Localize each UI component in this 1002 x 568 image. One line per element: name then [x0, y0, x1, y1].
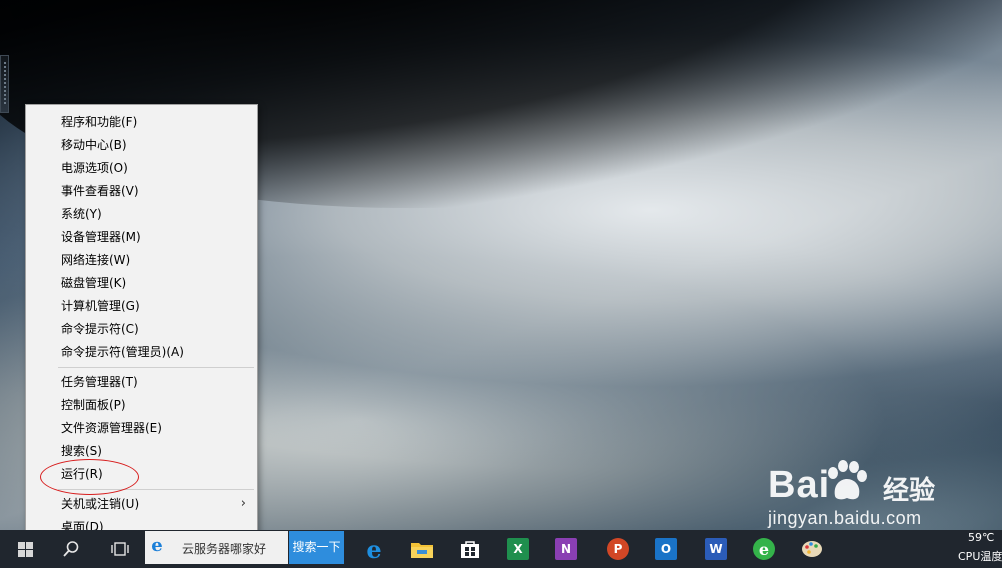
menu-item-label: 计算机管理(G) — [61, 299, 140, 313]
winx-context-menu: 程序和功能(F) 移动中心(B) 电源选项(O) 事件查看器(V) 系统(Y) … — [25, 104, 258, 541]
menu-item-label: 系统(Y) — [61, 207, 102, 221]
search-submit-button[interactable]: 搜索一下 — [289, 531, 344, 564]
shopping-bag-icon — [461, 541, 479, 558]
menu-separator — [58, 367, 254, 368]
menu-item-label: 磁盘管理(K) — [61, 276, 127, 290]
task-view-button[interactable] — [101, 530, 139, 568]
edge-glyph: e — [366, 534, 382, 564]
word-glyph: W — [705, 538, 727, 560]
menu-item-label: 事件查看器(V) — [61, 184, 139, 198]
word-icon[interactable]: W — [697, 530, 735, 568]
side-dock-handle[interactable] — [0, 55, 9, 113]
tray-temperature-value[interactable]: 59℃ — [968, 531, 994, 544]
paint-icon[interactable] — [793, 530, 831, 568]
menu-item-label: 移动中心(B) — [61, 138, 127, 152]
palette-icon — [802, 541, 822, 557]
search-button-taskbar[interactable] — [52, 530, 90, 568]
search-icon — [63, 541, 79, 557]
menu-item-label: 任务管理器(T) — [61, 375, 138, 389]
menu-item-command-prompt-admin[interactable]: 命令提示符(管理员)(A) — [27, 341, 256, 363]
powerpoint-icon[interactable]: P — [599, 530, 637, 568]
chevron-right-icon: › — [240, 496, 246, 511]
edge-icon[interactable]: e — [355, 530, 393, 568]
tray-cpu-label[interactable]: CPU温度 — [958, 548, 1002, 564]
menu-item-mobility-center[interactable]: 移动中心(B) — [27, 134, 256, 156]
menu-item-power-options[interactable]: 电源选项(O) — [27, 157, 256, 179]
outlook-icon[interactable]: O — [647, 530, 685, 568]
search-query-text: 云服务器哪家好 — [182, 542, 267, 556]
onenote-glyph: N — [555, 538, 577, 560]
menu-item-computer-management[interactable]: 计算机管理(G) — [27, 295, 256, 317]
browser-icon[interactable]: e — [745, 530, 783, 568]
menu-item-disk-management[interactable]: 磁盘管理(K) — [27, 272, 256, 294]
folder-icon — [411, 543, 433, 558]
store-icon[interactable] — [451, 530, 489, 568]
menu-item-label: 设备管理器(M) — [61, 230, 141, 244]
powerpoint-glyph: P — [607, 538, 629, 560]
ie-logo-icon: e — [151, 535, 163, 556]
start-button[interactable] — [6, 530, 44, 568]
menu-item-label: 命令提示符(C) — [61, 322, 139, 336]
task-view-icon — [111, 542, 129, 556]
menu-item-programs-features[interactable]: 程序和功能(F) — [27, 111, 256, 133]
menu-item-system[interactable]: 系统(Y) — [27, 203, 256, 225]
menu-item-task-manager[interactable]: 任务管理器(T) — [27, 371, 256, 393]
menu-item-search[interactable]: 搜索(S) — [27, 440, 256, 462]
excel-glyph: X — [507, 538, 529, 560]
menu-item-device-manager[interactable]: 设备管理器(M) — [27, 226, 256, 248]
handle-grip — [4, 62, 6, 104]
taskbar-search-box[interactable]: e 云服务器哪家好 — [145, 531, 288, 564]
menu-item-label: 网络连接(W) — [61, 253, 131, 267]
file-explorer-icon[interactable] — [403, 530, 441, 568]
outlook-glyph: O — [655, 538, 677, 560]
menu-item-file-explorer[interactable]: 文件资源管理器(E) — [27, 417, 256, 439]
menu-item-label: 电源选项(O) — [61, 161, 128, 175]
menu-item-network-connections[interactable]: 网络连接(W) — [27, 249, 256, 271]
onenote-icon[interactable]: N — [547, 530, 585, 568]
run-highlight-circle — [40, 459, 139, 495]
menu-item-label: 控制面板(P) — [61, 398, 126, 412]
menu-item-label: 程序和功能(F) — [61, 115, 138, 129]
menu-item-command-prompt[interactable]: 命令提示符(C) — [27, 318, 256, 340]
menu-item-shutdown-signout[interactable]: 关机或注销(U) › — [27, 493, 256, 515]
menu-item-label: 文件资源管理器(E) — [61, 421, 162, 435]
menu-item-control-panel[interactable]: 控制面板(P) — [27, 394, 256, 416]
browser-glyph: e — [753, 538, 775, 560]
menu-item-label: 关机或注销(U) — [61, 497, 140, 511]
menu-item-event-viewer[interactable]: 事件查看器(V) — [27, 180, 256, 202]
excel-icon[interactable]: X — [499, 530, 537, 568]
menu-item-label: 命令提示符(管理员)(A) — [61, 345, 184, 359]
windows-logo-icon — [17, 541, 33, 557]
